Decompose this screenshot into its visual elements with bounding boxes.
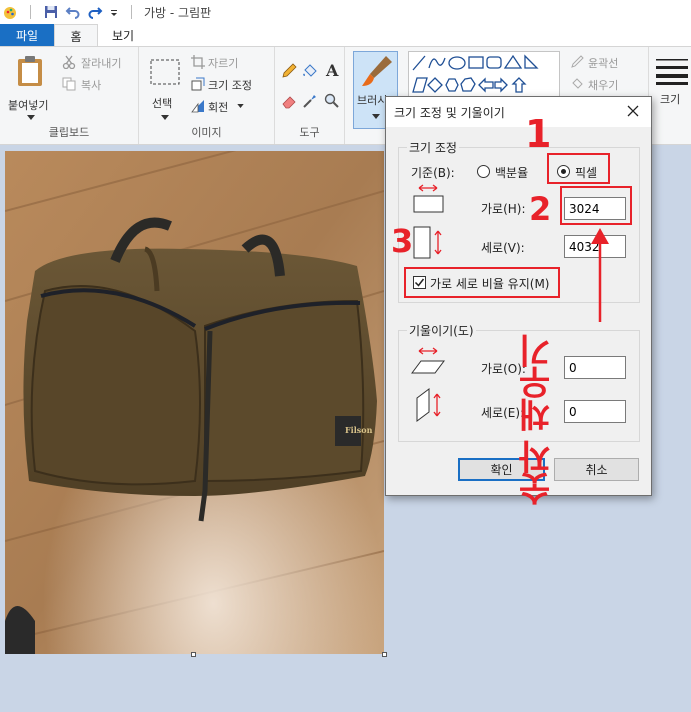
cut-button[interactable]: 잘라내기: [62, 55, 136, 71]
copy-label: 복사: [81, 79, 102, 92]
cancel-button[interactable]: 취소: [554, 458, 639, 481]
skew-horizontal-input[interactable]: [564, 356, 626, 379]
redo-icon[interactable]: [87, 4, 103, 20]
select-label: 선택: [152, 97, 173, 110]
step-1-number: 1: [525, 112, 552, 156]
skew-vertical-input[interactable]: [564, 400, 626, 423]
scissors-icon: [62, 55, 76, 69]
rotate-icon: [191, 100, 204, 113]
size-label: 크기: [660, 93, 681, 106]
close-icon[interactable]: [625, 103, 641, 119]
paste-label: 붙여넣기: [8, 99, 49, 112]
skew-horizontal-icon: [411, 347, 445, 374]
horizontal-label: 가로(H):: [481, 202, 526, 216]
paste-button[interactable]: 붙여넣기: [6, 53, 54, 123]
percent-label: 백분율: [495, 166, 529, 180]
tab-file[interactable]: 파일: [0, 24, 54, 46]
bag-photo: Filson: [5, 151, 384, 654]
chevron-down-icon: [372, 114, 380, 119]
skew-vertical-icon: [416, 388, 441, 422]
vertical-label: 세로(V):: [481, 241, 525, 255]
crop-icon: [191, 55, 205, 69]
percent-radio[interactable]: 백분율: [477, 164, 545, 180]
outline-button[interactable]: 윤곽선: [570, 55, 650, 71]
chevron-down-icon: [161, 115, 169, 120]
resize-section-title: 크기 조정: [407, 139, 459, 156]
crop-label: 자르기: [208, 57, 239, 70]
tools-group-label: 도구: [299, 126, 320, 139]
text-tool-icon[interactable]: A: [326, 61, 338, 80]
selection-icon: [150, 59, 180, 85]
shapes-gallery[interactable]: [408, 51, 560, 97]
window-title: 가방 - 그림판: [144, 5, 212, 20]
canvas-image[interactable]: Filson: [5, 151, 384, 654]
tools-group: A 도구: [275, 47, 345, 144]
fill-label: 채우기: [588, 79, 619, 92]
highlight-keep-ratio: [404, 267, 560, 298]
tab-home[interactable]: 홈: [54, 24, 98, 47]
copy-button[interactable]: 복사: [62, 77, 136, 93]
paint-app-icon: [4, 7, 16, 19]
customize-toolbar-icon[interactable]: [109, 4, 119, 20]
line-width-icon: [656, 59, 688, 85]
fill-icon: [572, 78, 583, 89]
fill-bucket-icon[interactable]: [302, 63, 318, 79]
fill-number-note: 숫자 채우기: [518, 336, 558, 506]
percent-radio-circle[interactable]: [477, 165, 490, 178]
cut-label: 잘라내기: [81, 57, 122, 70]
pencil-icon[interactable]: [281, 63, 297, 79]
title-bar: 가방 - 그림판: [0, 0, 691, 24]
vertical-resize-icon: [413, 226, 442, 259]
brushes-label: 브러시: [357, 94, 388, 107]
shapes-icon: [412, 54, 539, 93]
ribbon-tabs: 파일 홈 보기: [0, 24, 691, 47]
resize-handle[interactable]: [382, 652, 387, 657]
rotate-button[interactable]: 회전: [191, 99, 271, 115]
step-2-number: 2: [529, 190, 552, 228]
up-arrow-annotation: [591, 228, 609, 322]
chevron-down-icon: [237, 104, 244, 108]
resize-label: 크기 조정: [208, 79, 252, 92]
rotate-label: 회전: [208, 101, 229, 114]
magnifier-icon[interactable]: [324, 93, 340, 109]
fill-button[interactable]: 채우기: [570, 77, 650, 93]
svg-text:Filson: Filson: [345, 425, 373, 435]
resize-button[interactable]: 크기 조정: [191, 77, 271, 93]
save-icon[interactable]: [43, 4, 59, 20]
crop-button[interactable]: 자르기: [191, 55, 271, 71]
clipboard-group-label: 클립보드: [48, 126, 90, 139]
clipboard-group: 붙여넣기 잘라내기 복사 클립보드: [0, 47, 139, 144]
undo-icon[interactable]: [65, 4, 81, 20]
tab-view[interactable]: 보기: [98, 24, 148, 46]
highlight-horizontal-input: [560, 186, 632, 225]
select-button[interactable]: 선택: [147, 55, 183, 125]
skew-section-title: 기울이기(도): [407, 322, 476, 339]
horizontal-resize-icon: [413, 184, 444, 213]
by-label: 기준(B):: [411, 166, 455, 180]
brush-icon: [362, 56, 392, 86]
highlight-pixel-option: [547, 153, 610, 184]
step-3-number: 3: [391, 222, 414, 260]
color-picker-icon[interactable]: [302, 93, 318, 109]
image-group: 선택 자르기 크기 조정 회전 이미지: [139, 47, 275, 144]
size-button[interactable]: 크기: [652, 51, 691, 131]
image-group-label: 이미지: [191, 126, 222, 139]
copy-icon: [62, 77, 76, 91]
resize-icon: [191, 77, 205, 91]
eraser-icon[interactable]: [281, 93, 297, 109]
dialog-title-bar: 크기 조정 및 기울이기: [386, 97, 651, 127]
resize-handle[interactable]: [191, 652, 196, 657]
dialog-title: 크기 조정 및 기울이기: [394, 105, 505, 120]
chevron-down-icon: [27, 115, 35, 120]
outline-label: 윤곽선: [588, 57, 619, 70]
clipboard-icon: [18, 56, 42, 86]
outline-icon: [571, 55, 584, 68]
